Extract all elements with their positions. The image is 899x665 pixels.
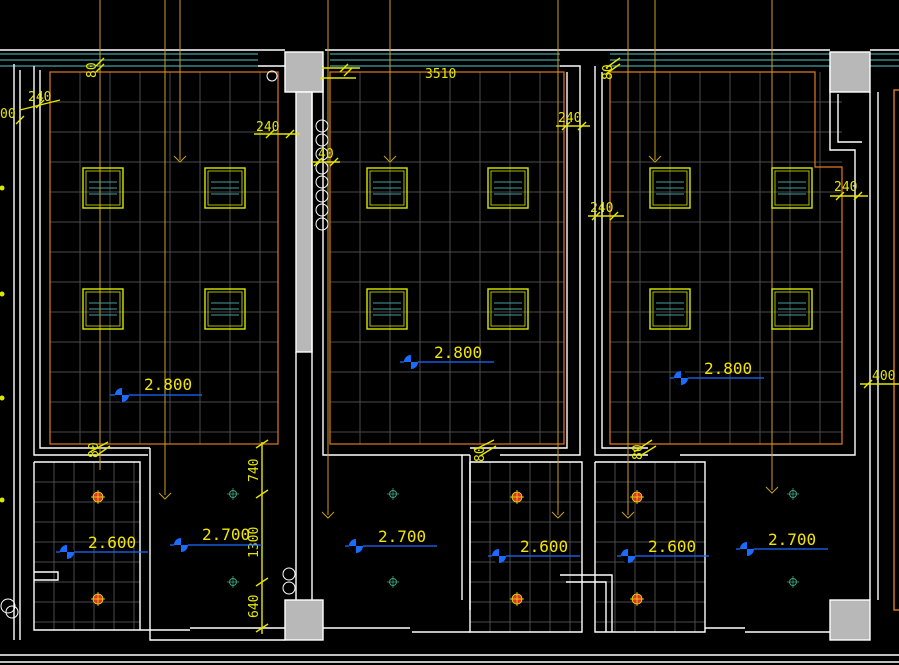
- corridor-marker: [787, 488, 799, 500]
- room-1-ceiling-height: 2.800: [144, 375, 192, 394]
- dimension-offset-room1: 240: [256, 120, 279, 135]
- light-fixture: [82, 288, 124, 330]
- top-windows: [0, 53, 899, 67]
- dimension-small-2: 80: [601, 64, 616, 80]
- light-fixture: [771, 288, 813, 330]
- light-fixture: [366, 288, 408, 330]
- dimension-offset-room3: 240: [590, 201, 613, 216]
- corridor-1-ceiling-height: 2.700: [202, 525, 250, 544]
- elevation-room-1: 2.800: [110, 375, 202, 402]
- corridor-marker: [227, 488, 239, 500]
- dimension-small-4: 80: [473, 446, 488, 462]
- dimension-right-edge: 400: [872, 369, 895, 384]
- corridor-marker: [787, 576, 799, 588]
- edge-markers: [0, 185, 5, 503]
- room-2-ceiling-height: 2.800: [434, 343, 482, 362]
- dimension-vertical-740: 740: [247, 459, 262, 482]
- dimension-top-width: 3510: [425, 67, 456, 82]
- elevation-bath-2: 2.600: [488, 537, 580, 563]
- light-fixture: [487, 288, 529, 330]
- light-fixture: [366, 167, 408, 209]
- corridor-marker: [227, 576, 239, 588]
- downlight: [630, 592, 644, 606]
- dimension-small-3: 80: [87, 442, 102, 458]
- dimension-mid: 40: [318, 147, 334, 162]
- elevation-corridor-3: 2.700: [736, 530, 828, 556]
- downlight: [510, 592, 524, 606]
- bath-2-ceiling-height: 2.600: [520, 537, 568, 556]
- corridor-3-ceiling-height: 2.700: [768, 530, 816, 549]
- dimension-offset-room2: 240: [558, 111, 581, 126]
- corridor-markers: [227, 488, 799, 588]
- elevation-corridor-2: 2.700: [345, 527, 437, 553]
- light-fixture: [82, 167, 124, 209]
- light-fixture: [204, 288, 246, 330]
- dimension-small-1: 80: [85, 62, 100, 78]
- dimension-left-edge: 00: [0, 107, 16, 122]
- room-3-ceiling-height: 2.800: [704, 359, 752, 378]
- dimension-offset-left: 240: [28, 90, 51, 105]
- corridor-2-ceiling-height: 2.700: [378, 527, 426, 546]
- corridor-marker: [387, 576, 399, 588]
- light-fixture: [487, 167, 529, 209]
- bath-3-ceiling-height: 2.600: [648, 537, 696, 556]
- light-fixture: [204, 167, 246, 209]
- downlight: [91, 592, 105, 606]
- light-fixture: [771, 167, 813, 209]
- elevation-room-3: 2.800: [670, 359, 764, 385]
- corridor-marker: [387, 488, 399, 500]
- bath-1-ceiling-height: 2.600: [88, 533, 136, 552]
- ceiling-plan-drawing: 3510 240 240 240 240 240 00 40 400 80 80…: [0, 0, 899, 663]
- dimension-offset-right: 240: [834, 180, 857, 195]
- dimension-vertical-640: 640: [247, 595, 262, 618]
- dimension-small-5: 80: [631, 444, 646, 460]
